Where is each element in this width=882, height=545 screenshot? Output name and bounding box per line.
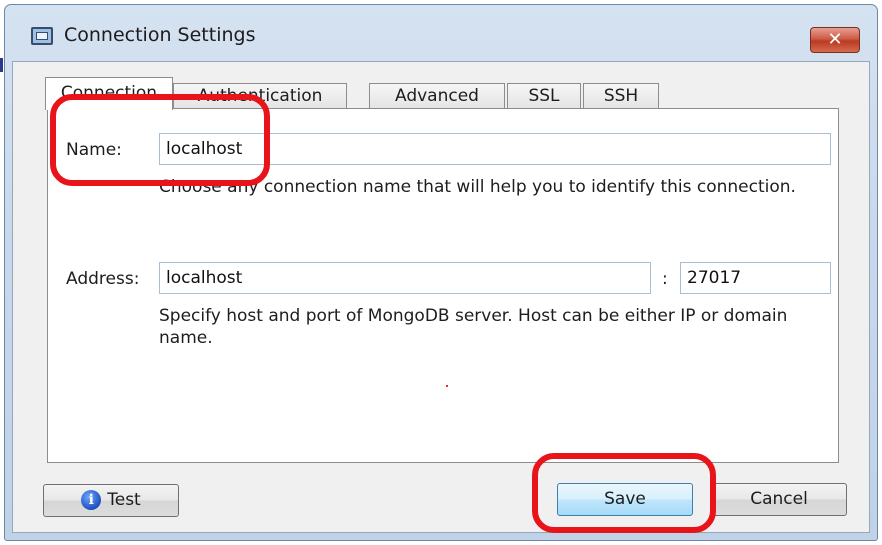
- window-icon: [31, 27, 53, 45]
- tab-ssh[interactable]: SSH: [583, 83, 659, 109]
- tab-advanced[interactable]: Advanced: [369, 83, 505, 109]
- name-help-text: Choose any connection name that will hel…: [159, 177, 796, 197]
- name-label: Name:: [66, 140, 122, 160]
- window-title: Connection Settings: [64, 24, 256, 46]
- address-help-text: Specify host and port of MongoDB server.…: [159, 306, 788, 348]
- tab-connection[interactable]: Connection: [45, 77, 173, 110]
- tab-ssl[interactable]: SSL: [507, 83, 581, 109]
- dialog-body: Connection Authentication Advanced SSL S…: [12, 61, 870, 533]
- tab-authentication[interactable]: Authentication: [173, 83, 347, 109]
- test-button[interactable]: i Test: [43, 484, 179, 517]
- stray-dot: [446, 385, 448, 387]
- info-icon: i: [81, 490, 102, 510]
- background-edge: [0, 58, 3, 72]
- test-button-label: Test: [107, 490, 141, 510]
- save-button[interactable]: Save: [557, 483, 693, 516]
- port-input[interactable]: 27017: [680, 262, 831, 294]
- close-button[interactable]: ✕: [810, 27, 860, 53]
- host-input[interactable]: localhost: [159, 262, 651, 294]
- name-input[interactable]: localhost: [159, 133, 831, 165]
- cancel-button[interactable]: Cancel: [711, 483, 847, 516]
- title-bar[interactable]: Connection Settings ✕: [5, 5, 877, 61]
- connection-settings-window: Connection Settings ✕ Connection Authent…: [4, 4, 878, 541]
- address-label: Address:: [66, 269, 140, 289]
- port-separator: :: [662, 269, 668, 289]
- connection-tab-panel: Name: localhost Choose any connection na…: [47, 108, 839, 463]
